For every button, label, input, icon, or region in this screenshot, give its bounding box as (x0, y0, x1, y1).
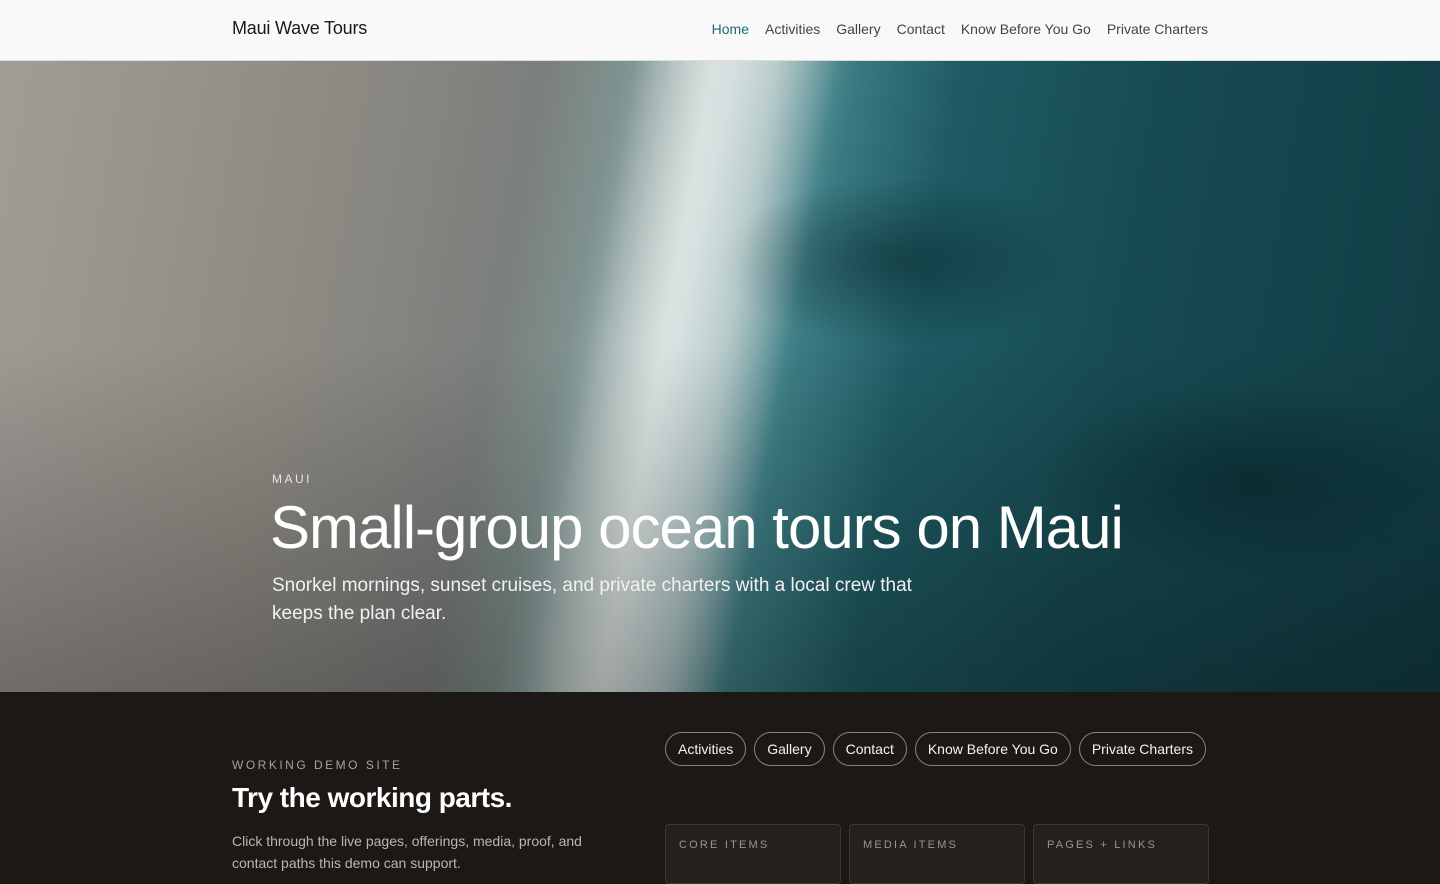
card-label: CORE ITEMS (679, 839, 770, 851)
demo-stat-cards: CORE ITEMS MEDIA ITEMS PAGES + LINKS (665, 824, 1209, 884)
card-core-items: CORE ITEMS (665, 824, 841, 884)
demo-description: Click through the live pages, offerings,… (232, 833, 582, 871)
hero-section: MAUI Small-group ocean tours on Maui Sno… (0, 61, 1440, 692)
demo-link-pills: Activities Gallery Contact Know Before Y… (665, 732, 1225, 766)
nav-link-gallery[interactable]: Gallery (836, 21, 880, 37)
pill-know-before-you-go[interactable]: Know Before You Go (914, 732, 1071, 766)
demo-title: Try the working parts. (232, 782, 512, 813)
hero-eyebrow: MAUI (272, 472, 312, 486)
card-label: MEDIA ITEMS (863, 839, 959, 851)
card-label: PAGES + LINKS (1047, 839, 1158, 851)
hero-title: Small-group ocean tours on Maui (270, 494, 1124, 561)
nav-link-activities[interactable]: Activities (765, 21, 820, 37)
main-nav: Home Activities Gallery Contact Know Bef… (712, 21, 1208, 37)
nav-link-home[interactable]: Home (712, 21, 749, 37)
pill-contact[interactable]: Contact (832, 732, 907, 766)
card-media-items: MEDIA ITEMS (849, 824, 1025, 884)
nav-link-know-before-you-go[interactable]: Know Before You Go (961, 21, 1091, 37)
demo-eyebrow: WORKING DEMO SITE (232, 758, 403, 772)
site-header: Maui Wave Tours Home Activities Gallery … (0, 0, 1440, 61)
pill-private-charters[interactable]: Private Charters (1078, 732, 1206, 766)
hero-subtitle: Snorkel mornings, sunset cruises, and pr… (272, 575, 912, 624)
pill-activities[interactable]: Activities (665, 732, 747, 766)
brand-logo-link[interactable]: Maui Wave Tours (232, 18, 367, 39)
demo-section: WORKING DEMO SITE Try the working parts.… (0, 692, 1440, 884)
pill-gallery[interactable]: Gallery (754, 732, 825, 766)
nav-link-private-charters[interactable]: Private Charters (1107, 21, 1208, 37)
card-pages-links: PAGES + LINKS (1033, 824, 1209, 884)
nav-link-contact[interactable]: Contact (897, 21, 945, 37)
